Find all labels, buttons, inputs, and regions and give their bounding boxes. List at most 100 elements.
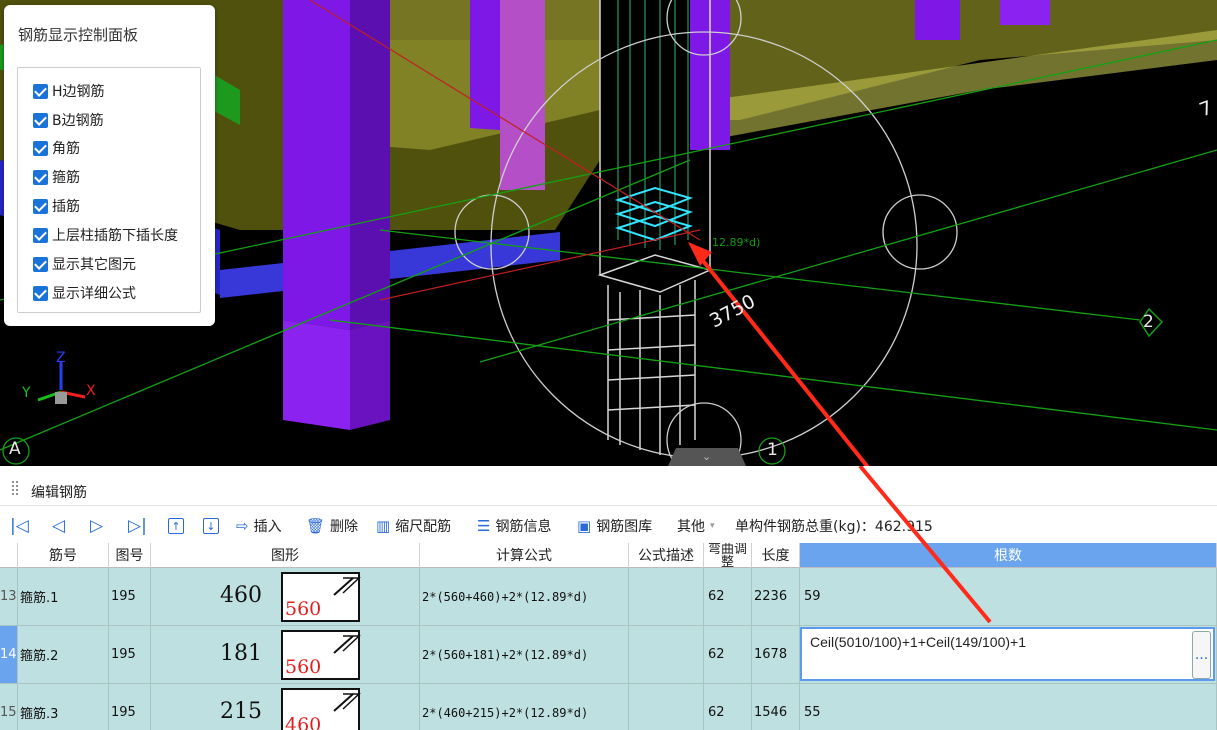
figure-no-cell[interactable]: 195 [109, 568, 151, 626]
axis-label-2: 2 [1143, 312, 1154, 332]
insert-icon: ⇨ [236, 517, 249, 535]
shape-top-dimension: 181 [220, 641, 262, 666]
count-cell[interactable]: 55 [800, 684, 1217, 730]
arrow-up-icon: ↑ [168, 518, 184, 534]
shape-top-dimension: 460 [220, 583, 262, 608]
3d-viewport[interactable]: A 1 2 3750 7 12.89*d) Z Y X ⌄ 钢筋显示控制面板 H… [0, 0, 1217, 466]
rebar-no-cell[interactable]: 箍筋.2 [18, 626, 109, 684]
row-number[interactable]: 13 [0, 568, 18, 626]
option-corner-rebar[interactable]: 角筋 [33, 138, 80, 158]
shape-top-dimension: 215 [220, 699, 262, 724]
length-cell[interactable]: 2236 [752, 568, 800, 626]
length-cell[interactable]: 1546 [752, 684, 800, 730]
figure-no-cell[interactable]: 195 [109, 684, 151, 730]
rebar-info-button[interactable]: ☰ 钢筋信息 [477, 516, 551, 536]
row-number[interactable]: 14 [0, 626, 18, 684]
last-record-icon[interactable]: ▷| [128, 516, 147, 536]
option-stirrup[interactable]: 箍筋 [33, 167, 80, 187]
checkbox-checked-icon[interactable] [33, 227, 48, 243]
option-h-side-rebar[interactable]: H边钢筋 [33, 81, 105, 101]
stirrup-shape-icon: 560 [281, 630, 361, 680]
bend-adjust-cell[interactable]: 62 [704, 626, 752, 684]
previous-record-icon[interactable]: ◁ [52, 516, 65, 536]
drag-handle-icon[interactable] [11, 480, 19, 496]
length-cell[interactable]: 1678 [752, 626, 800, 684]
insert-button[interactable]: ⇨ 插入 [236, 516, 282, 536]
stirrup-shape-icon: 460 [281, 688, 361, 730]
rebar-library-button[interactable]: ▣ 钢筋图库 [577, 516, 652, 536]
option-dowel[interactable]: 插筋 [33, 196, 80, 216]
col-header-figure-no[interactable]: 图号 [109, 543, 151, 568]
count-cell[interactable]: Ceil(5010/100)+1+Ceil(149/100)+1 ... [800, 626, 1217, 684]
move-up-button[interactable]: ↑ [168, 516, 184, 536]
rebar-display-control-panel: 钢筋显示控制面板 H边钢筋 B边钢筋 角筋 箍筋 插筋 上层柱插筋下插长度 显示… [4, 5, 215, 326]
checkbox-checked-icon[interactable] [33, 169, 48, 185]
bend-adjust-cell[interactable]: 62 [704, 684, 752, 730]
stirrup-shape-icon: 560 [281, 572, 361, 622]
col-header-count[interactable]: 根数 [800, 543, 1217, 568]
formula-cell[interactable]: 2*(560+460)+2*(12.89*d) [420, 568, 629, 626]
col-header-bend-adjust[interactable]: 弯曲调整 [704, 543, 752, 568]
count-edit-text[interactable]: Ceil(5010/100)+1+Ceil(149/100)+1 [810, 634, 1026, 650]
rebar-table: 筋号 图号 图形 计算公式 公式描述 弯曲调整 长度 根数 13 箍筋.1 19… [0, 543, 1217, 730]
formula-cell[interactable]: 2*(560+181)+2*(12.89*d) [420, 626, 629, 684]
col-header-shape[interactable]: 图形 [151, 543, 420, 568]
checkbox-checked-icon[interactable] [33, 140, 48, 156]
delete-button[interactable]: 🗑 删除 [306, 516, 358, 536]
rebar-editor: 编辑钢筋 |◁ ◁ ▷ ▷| ↑ ↓ ⇨ 插入 🗑 删除 ▥ 缩尺配筋 ☰ 钢筋信息 ▣… [0, 466, 1217, 730]
shape-side-dimension: 460 [285, 714, 322, 730]
panel-title: 钢筋显示控制面板 [18, 26, 139, 44]
formula-desc-cell[interactable] [629, 626, 704, 684]
info-list-icon: ☰ [477, 517, 491, 535]
scale-rebar-button[interactable]: ▥ 缩尺配筋 [376, 516, 451, 536]
count-edit-input[interactable]: Ceil(5010/100)+1+Ceil(149/100)+1 ... [800, 627, 1215, 681]
shape-cell[interactable]: 215 460 [151, 684, 420, 730]
shape-side-dimension: 560 [285, 656, 322, 678]
row-number[interactable]: 15 [0, 684, 18, 730]
editor-header: 编辑钢筋 [0, 466, 1217, 506]
gizmo-x-label: X [86, 383, 96, 399]
checkbox-checked-icon[interactable] [33, 112, 48, 128]
library-icon: ▣ [577, 517, 592, 535]
checkbox-checked-icon[interactable] [33, 285, 48, 301]
gizmo-y-label: Y [22, 385, 31, 401]
gizmo-z-label: Z [56, 350, 66, 366]
total-weight-label: 单构件钢筋总重(kg)：462.915 [735, 519, 933, 535]
rebar-no-cell[interactable]: 箍筋.3 [18, 684, 109, 730]
shape-cell[interactable]: 460 560 [151, 568, 420, 626]
rebar-no-cell[interactable]: 箍筋.1 [18, 568, 109, 626]
col-header-formula[interactable]: 计算公式 [420, 543, 629, 568]
next-record-icon[interactable]: ▷ [90, 516, 103, 536]
chevron-down-icon[interactable]: ⌄ [702, 450, 711, 463]
figure-no-cell[interactable]: 195 [109, 626, 151, 684]
option-b-side-rebar[interactable]: B边钢筋 [33, 110, 104, 130]
checkbox-checked-icon[interactable] [33, 198, 48, 214]
option-show-detailed-formula[interactable]: 显示详细公式 [33, 283, 136, 303]
other-dropdown[interactable]: 其他 ▾ [677, 516, 715, 536]
axis-label-1: 1 [767, 440, 778, 460]
checkbox-checked-icon[interactable] [33, 83, 48, 99]
bend-adjust-cell[interactable]: 62 [704, 568, 752, 626]
count-cell[interactable]: 59 [800, 568, 1217, 626]
shape-cell[interactable]: 181 560 [151, 626, 420, 684]
editor-toolbar: |◁ ◁ ▷ ▷| ↑ ↓ ⇨ 插入 🗑 删除 ▥ 缩尺配筋 ☰ 钢筋信息 ▣ 钢筋图库 … [0, 512, 1217, 540]
axis-label-a: A [9, 439, 21, 459]
move-down-button[interactable]: ↓ [203, 516, 219, 536]
col-header-length[interactable]: 长度 [752, 543, 800, 568]
formula-overlay: 12.89*d) [712, 236, 761, 249]
option-show-other-elements[interactable]: 显示其它图元 [33, 254, 136, 274]
col-header-rebar-no[interactable]: 筋号 [18, 543, 109, 568]
col-header-formula-desc[interactable]: 公式描述 [629, 543, 704, 568]
shape-side-dimension: 560 [285, 598, 322, 620]
ellipsis-button[interactable]: ... [1192, 631, 1211, 679]
arrow-down-icon: ↓ [203, 518, 219, 534]
formula-desc-cell[interactable] [629, 684, 704, 730]
option-upper-dowel-length[interactable]: 上层柱插筋下插长度 [33, 225, 178, 245]
first-record-icon[interactable]: |◁ [10, 516, 29, 536]
formula-desc-cell[interactable] [629, 568, 704, 626]
ruler-icon: ▥ [376, 517, 391, 535]
checkbox-checked-icon[interactable] [33, 256, 48, 272]
editor-title: 编辑钢筋 [31, 485, 87, 501]
trash-icon: 🗑 [306, 517, 326, 535]
formula-cell[interactable]: 2*(460+215)+2*(12.89*d) [420, 684, 629, 730]
